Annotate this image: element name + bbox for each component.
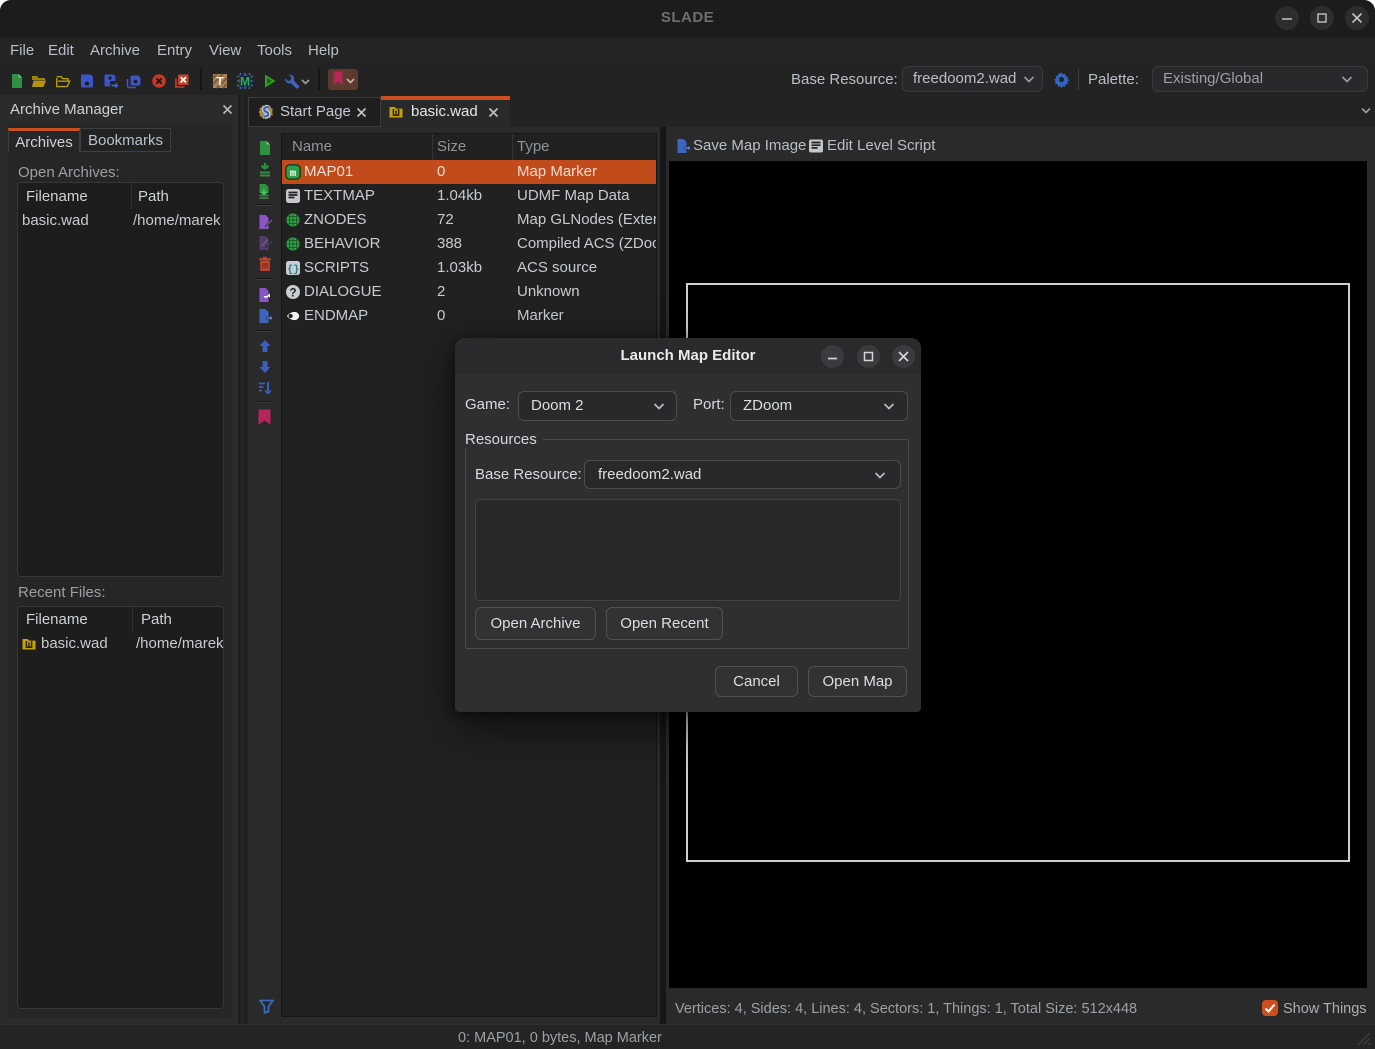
svg-text:?: ?	[289, 287, 296, 299]
svg-text:M: M	[240, 74, 250, 88]
svg-text:T: T	[216, 75, 224, 89]
svg-text:m: m	[290, 168, 296, 180]
svg-text:{}: {}	[287, 264, 299, 276]
